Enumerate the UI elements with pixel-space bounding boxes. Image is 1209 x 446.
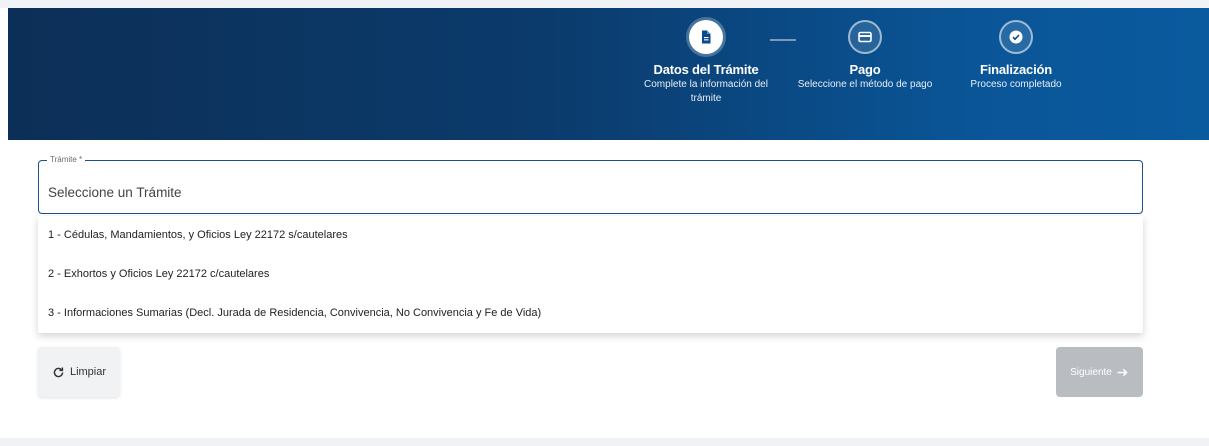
step-description-continued: trámite xyxy=(690,93,722,104)
tramite-dropdown: 1 - Cédulas, Mandamientos, y Oficios Ley… xyxy=(38,216,1143,333)
tramite-option[interactable]: 3 - Informaciones Sumarias (Decl. Jurada… xyxy=(38,294,1143,333)
arrow-right-icon xyxy=(1117,368,1128,376)
step-datos-tramite: Datos del Trámite Complete la informació… xyxy=(636,20,776,105)
step-title: Pago xyxy=(849,62,881,77)
stepper-header: Datos del Trámite Complete la informació… xyxy=(8,8,1209,140)
top-strip xyxy=(0,0,1209,8)
tramite-label: Trámite * xyxy=(47,155,86,165)
step-indicator xyxy=(848,20,882,54)
next-button[interactable]: Siguiente xyxy=(1056,347,1143,397)
clear-button-label: Limpiar xyxy=(69,366,107,378)
tramite-option[interactable]: 2 - Exhortos y Oficios Ley 22172 c/caute… xyxy=(38,255,1143,294)
check-circle-icon xyxy=(1009,30,1023,44)
step-description: Complete la información del xyxy=(644,79,768,90)
step-pago: Pago Seleccione el método de pago xyxy=(795,20,935,91)
tramite-option[interactable]: 1 - Cédulas, Mandamientos, y Oficios Ley… xyxy=(38,216,1143,255)
step-connector xyxy=(770,39,796,41)
step-finalizacion: Finalización Proceso completado xyxy=(946,20,1086,91)
credit-card-icon xyxy=(858,31,872,43)
step-indicator-active xyxy=(689,20,723,54)
step-title: Finalización xyxy=(979,62,1052,77)
step-title: Datos del Trámite xyxy=(653,62,759,77)
document-icon xyxy=(702,30,711,44)
step-indicator xyxy=(999,20,1033,54)
refresh-icon xyxy=(53,366,64,377)
step-description: Seleccione el método de pago xyxy=(797,79,933,90)
tramite-placeholder: Seleccione un Trámite xyxy=(48,185,182,200)
clear-button[interactable]: Limpiar xyxy=(38,347,120,397)
tramite-select[interactable]: Trámite * Seleccione un Trámite xyxy=(38,155,1143,214)
bottom-strip xyxy=(0,438,1209,446)
next-button-label: Siguiente xyxy=(1070,366,1112,378)
step-description: Proceso completado xyxy=(970,79,1062,90)
